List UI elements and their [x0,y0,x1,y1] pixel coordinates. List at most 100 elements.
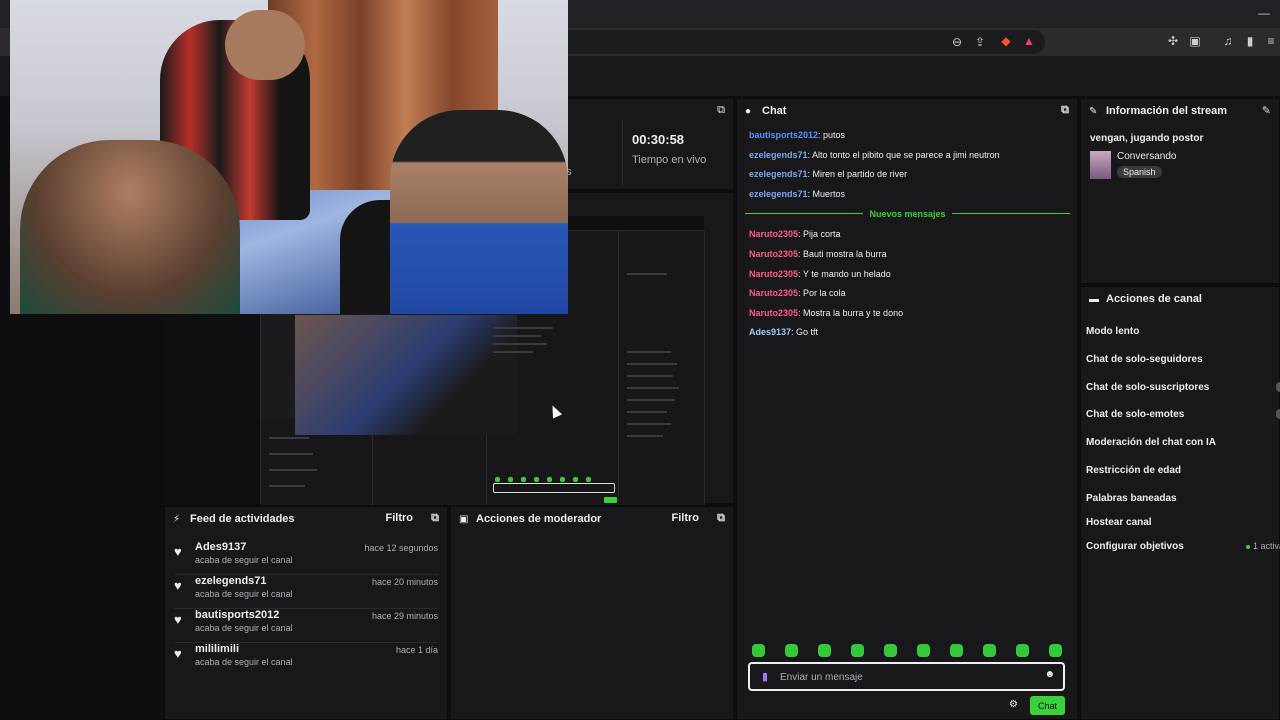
feed-item: ♥ ezelegends71 acaba de seguir el canal … [174,575,438,609]
chat-text: : Muertos [807,189,846,199]
channel-actions-title: Acciones de canal [1106,293,1202,305]
action-configure-goals[interactable]: Configurar objetivos [1086,541,1184,552]
chat-title: Chat [762,105,787,117]
action-subscribers-only[interactable]: Chat de solo-suscriptores [1086,382,1209,393]
mic-icon[interactable]: ▮ [762,670,768,683]
shield-icon: ▣ [459,513,469,525]
chat-message: Naruto2305: Mostra la burra y te dono [749,308,903,318]
heart-icon: ♥ [174,544,182,559]
emote-icon[interactable] [884,644,897,657]
chat-text: : Miren el partido de river [807,169,908,179]
action-slow-mode[interactable]: Modo lento [1086,326,1139,337]
feed-event: acaba de seguir el canal [195,623,293,633]
emote-icon[interactable] [818,644,831,657]
stream-info-panel: ✎ Información del stream ✎ [1080,98,1280,284]
minimize-icon[interactable]: — [1258,6,1270,20]
feed-user[interactable]: Ades9137 [195,541,246,553]
action-followers-only[interactable]: Chat de solo-seguidores [1086,354,1203,365]
chat-message: Naruto2305: Pija corta [749,229,841,239]
brave-rewards-icon[interactable]: ▲ [1022,34,1036,48]
chat-text: : Alto tonto el pibito que se parece a j… [807,150,1000,160]
emote-icon[interactable] [752,644,765,657]
window-icon: ▬ [1089,293,1099,305]
gear-icon[interactable]: ⚙ [1009,699,1018,710]
zoom-icon[interactable]: ⊖ [950,35,964,49]
emoji-icon[interactable]: ☻ [1044,669,1055,680]
toggle-switch[interactable] [1276,409,1280,419]
chat-text: : Mostra la burra y te dono [798,308,904,318]
feed-user[interactable]: ezelegends71 [195,575,267,587]
chat-username[interactable]: Naruto2305 [749,308,798,318]
emote-icon[interactable] [917,644,930,657]
chat-message: Ades9137: Go tft [749,327,818,337]
action-emotes-only[interactable]: Chat de solo-emotes [1086,409,1184,420]
stream-category[interactable]: Conversando [1117,151,1176,162]
activity-feed-header: ⚡ Feed de actividades Filtro ⧉ [165,507,447,531]
chat-message: Naruto2305: Por la cola [749,288,846,298]
popout-icon[interactable]: ⧉ [1061,104,1069,117]
feed-user[interactable]: bautisports2012 [195,609,279,621]
chat-message: ezelegends71: Alto tonto el pibito que s… [749,150,1000,160]
category-thumbnail [1090,151,1111,179]
media-icon[interactable]: ♫ [1221,34,1235,48]
pencil-icon: ✎ [1089,105,1098,117]
popout-icon[interactable]: ⧉ [717,104,725,117]
heart-icon: ♥ [174,646,182,661]
extensions-icon[interactable]: ✣ [1166,34,1180,48]
action-banned-words[interactable]: Palabras baneadas [1086,493,1177,504]
emote-icon[interactable] [983,644,996,657]
chat-message-input[interactable] [780,668,1030,686]
wallet-icon[interactable]: ▣ [1188,34,1202,48]
language-tag[interactable]: Spanish [1117,166,1162,178]
chat-text: : Y te mando un helado [798,269,891,279]
channel-actions-header: ▬ Acciones de canal [1081,287,1279,311]
chat-message: bautisports2012: putos [749,130,845,140]
chat-username[interactable]: Naruto2305 [749,249,798,259]
url-field[interactable]: ⊖ ⇪ [560,30,1045,54]
bolt-icon: ⚡ [173,513,181,525]
webcam-overlay [10,0,568,314]
new-messages-label: Nuevos mensajes [869,209,946,219]
chat-message: Naruto2305: Bauti mostra la burra [749,249,887,259]
chat-header: ● Chat ⧉ [737,99,1077,123]
feed-time: hace 12 segundos [364,543,438,553]
emote-icon[interactable] [950,644,963,657]
emote-icon[interactable] [1049,644,1062,657]
emote-icon[interactable] [785,644,798,657]
chat-username[interactable]: Ades9137 [749,327,791,337]
menu-icon[interactable]: ≡ [1264,34,1278,48]
heart-icon: ♥ [174,612,182,627]
action-host-channel[interactable]: Hostear canal [1086,517,1152,528]
feed-event: acaba de seguir el canal [195,555,293,565]
chat-username[interactable]: ezelegends71 [749,169,808,179]
popout-icon[interactable]: ⧉ [717,512,725,525]
preview-webcam [295,315,517,435]
sidebar-icon[interactable]: ▮ [1243,34,1257,48]
chat-username[interactable]: Naruto2305 [749,269,798,279]
chat-message: Naruto2305: Y te mando un helado [749,269,891,279]
chat-text: : Por la cola [798,288,846,298]
send-chat-button[interactable]: Chat [1030,696,1065,715]
feed-user[interactable]: mililimili [195,643,239,655]
filter-button[interactable]: Filtro [672,512,700,524]
filter-button[interactable]: Filtro [386,512,414,524]
emote-icon[interactable] [851,644,864,657]
popout-icon[interactable]: ⧉ [431,512,439,525]
status-dot [1246,544,1250,549]
brave-shield-icon[interactable]: ◆ [999,34,1013,48]
share-icon[interactable]: ⇪ [973,35,987,49]
chat-username[interactable]: Naruto2305 [749,288,798,298]
edit-pencil-icon[interactable]: ✎ [1262,104,1271,117]
emote-icon[interactable] [1016,644,1029,657]
chat-username[interactable]: bautisports2012 [749,130,818,140]
chat-message: ezelegends71: Muertos [749,189,845,199]
chat-username[interactable]: ezelegends71 [749,189,808,199]
feed-time: hace 29 minutos [371,611,438,621]
action-age-restriction[interactable]: Restricción de edad [1086,465,1181,476]
chat-text: : putos [818,130,846,140]
chat-username[interactable]: ezelegends71 [749,150,808,160]
toggle-switch[interactable] [1276,382,1280,392]
chat-username[interactable]: Naruto2305 [749,229,798,239]
action-ai-moderation[interactable]: Moderación del chat con IA [1086,437,1216,448]
stream-info-title: Información del stream [1106,105,1228,117]
